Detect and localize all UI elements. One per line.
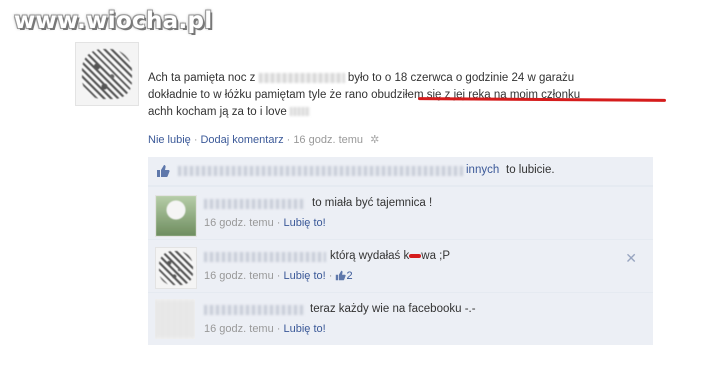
thumbs-up-icon (335, 270, 347, 284)
likes-others-link[interactable]: innych (466, 164, 499, 176)
redacted-name (258, 72, 345, 83)
commenter-avatar[interactable] (155, 299, 195, 339)
like-comment-link[interactable]: Lubię to! (284, 270, 326, 282)
redacted-name (204, 199, 304, 209)
redacted-name (289, 107, 310, 117)
comment-text: którą wydałaś k wa ;P (330, 250, 451, 262)
unlike-link[interactable]: Nie lubię (148, 134, 191, 146)
comment-text: to miała być tajemnica ! (312, 197, 433, 209)
site-watermark: www.wiocha.pl (14, 8, 213, 34)
comment-3: teraz każdy wie na facebooku -.- 16 godz… (148, 292, 653, 345)
post-line-2: dokładnie to w łóżku pamiętam tyle że ra… (148, 89, 581, 101)
comment-1: to miała być tajemnica ! 16 godz. temu ·… (148, 186, 653, 239)
post-line-3: achh kocham ją za to i love (148, 104, 668, 121)
red-scribble-mark (409, 253, 422, 258)
post-line-1: Ach ta pamięta noc z było to o 18 czerwc… (148, 72, 575, 84)
post-body: Ach ta pamięta noc z było to o 18 czerwc… (148, 70, 668, 121)
comment-2: którą wydałaś k wa ;P 16 godz. temu · Lub… (148, 239, 653, 292)
commenter-avatar[interactable] (155, 195, 197, 237)
redacted-name (204, 305, 304, 315)
add-comment-link[interactable]: Dodaj komentarz (200, 134, 283, 146)
like-comment-link[interactable]: Lubię to! (284, 323, 326, 335)
post-author-avatar[interactable] (75, 42, 139, 106)
redacted-avatar (155, 299, 195, 339)
comment-text: teraz każdy wie na facebooku -.- (310, 303, 476, 315)
comment-meta: 16 godz. temu · Lubię to! · 2 (204, 270, 353, 284)
post-timestamp: 16 godz. temu (293, 134, 364, 146)
likes-summary: innych to lubicie. (148, 157, 653, 186)
thumbs-up-icon (156, 164, 170, 183)
redacted-likers (178, 166, 463, 176)
gear-icon[interactable]: ✲ (370, 133, 379, 146)
comment-likes-count[interactable]: 2 (346, 270, 352, 282)
comment-meta: 16 godz. temu · Lubię to! (204, 217, 326, 229)
comment-meta: 16 godz. temu · Lubię to! (204, 323, 326, 335)
likes-suffix: to lubicie. (506, 164, 555, 176)
redacted-name (204, 252, 326, 262)
commenter-avatar[interactable] (155, 247, 197, 289)
close-icon[interactable]: ✕ (625, 250, 637, 267)
post-actions: Nie lubię · Dodaj komentarz · 16 godz. temu … (148, 133, 380, 146)
like-comment-link[interactable]: Lubię to! (284, 217, 326, 229)
